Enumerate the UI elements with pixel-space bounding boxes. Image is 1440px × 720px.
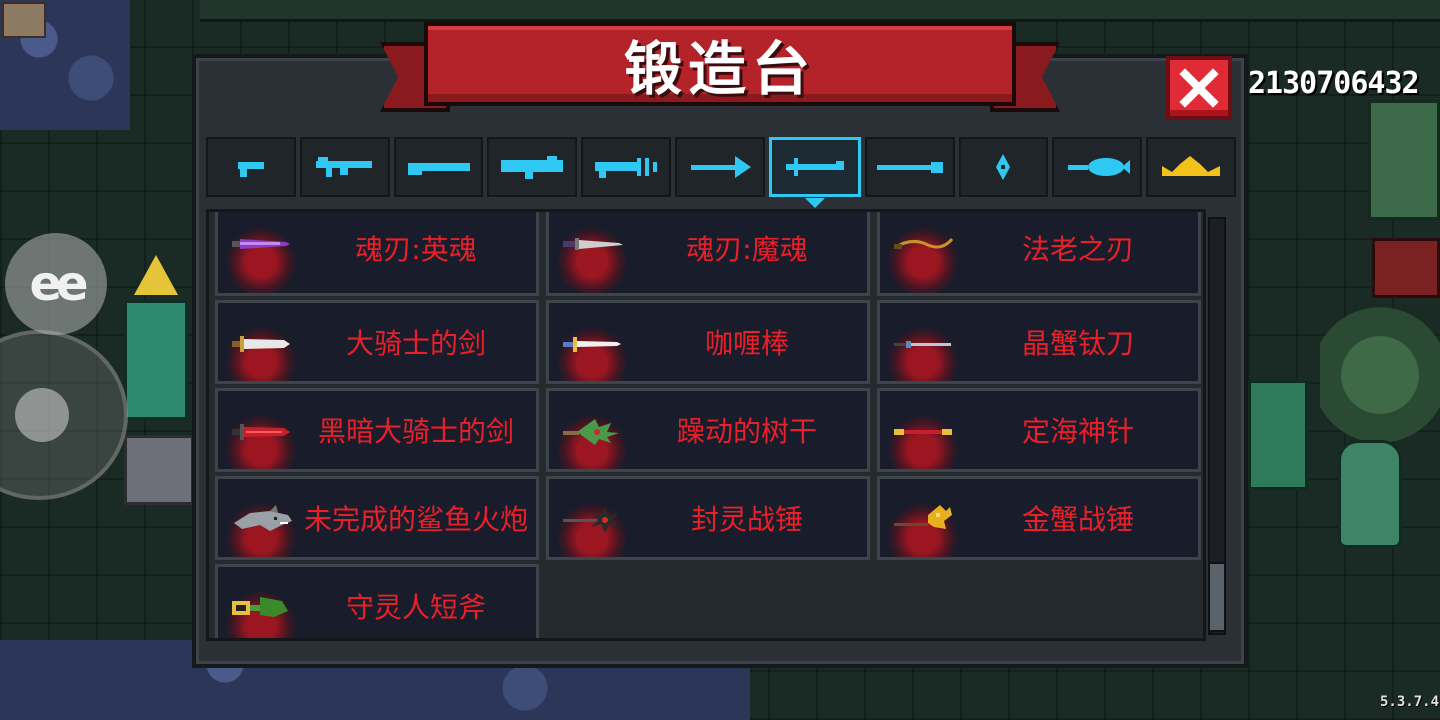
weapon-name: 晶蟹钛刀 [1021, 327, 1134, 360]
weapon-name: 魂刃:魔魂 [686, 233, 808, 266]
spear-icon [876, 162, 943, 173]
emote-label: ee [29, 256, 88, 312]
weapon-name: 黑暗大骑士的剑 [317, 415, 514, 448]
notice-board [2, 2, 46, 38]
weapon-card[interactable]: 晶蟹钛刀 [877, 300, 1201, 384]
warning-lamp [134, 255, 178, 299]
dark-great-sword-icon [232, 424, 290, 440]
tab-throwing-star[interactable] [958, 137, 1049, 197]
tab-assault-rifle[interactable] [299, 137, 390, 197]
banner-body: 锻造台 [424, 22, 1016, 106]
weapon-card[interactable]: 魂刃:魔魂 [546, 212, 870, 296]
weapon-name: 金蟹战锤 [1021, 503, 1134, 536]
joystick-knob[interactable] [15, 388, 69, 442]
guardian-axe-icon [232, 597, 288, 617]
spiked-hammer-icon [563, 507, 619, 533]
weapon-name: 法老之刃 [1021, 233, 1134, 266]
launcher-icon [501, 156, 564, 179]
weapon-name: 躁动的树干 [676, 415, 817, 448]
crystal-blade-icon [894, 341, 951, 348]
capsule-pod [1338, 440, 1402, 548]
tree-trunk-icon [563, 419, 619, 445]
purple-sword-icon [232, 239, 290, 249]
bow-icon [690, 156, 751, 178]
weapon-list[interactable]: 魂刃:英魂 魂刃:魔魂 法老之刃大骑士的剑 咖喱棒 晶蟹钛刀黑暗大骑士的剑 躁动的树干 定海… [206, 209, 1206, 641]
red-tank [1372, 238, 1440, 298]
weapon-card[interactable]: 法老之刃 [877, 212, 1201, 296]
throwing-star-icon [996, 154, 1011, 180]
page-title: 锻造台 [623, 35, 816, 103]
weapon-name: 定海神针 [1021, 415, 1134, 448]
tab-bow[interactable] [675, 137, 765, 197]
cart [124, 435, 194, 505]
shark-cannon-icon [234, 505, 292, 531]
laser-gun-icon [595, 158, 658, 178]
weapon-name: 未完成的鲨鱼火炮 [303, 503, 528, 536]
title-banner: 锻造台 [380, 22, 1060, 122]
weapon-name: 大骑士的剑 [345, 327, 486, 360]
tab-launcher[interactable] [487, 137, 578, 197]
bush [1320, 300, 1440, 450]
machine [1368, 100, 1440, 220]
weapon-card[interactable]: 黑暗大骑士的剑 [215, 388, 539, 472]
weapon-name: 魂刃:英魂 [355, 233, 477, 266]
dungeon-wall [200, 0, 1440, 22]
weapon-card[interactable]: 定海神针 [877, 388, 1201, 472]
close-x-icon [1179, 68, 1219, 108]
scrollbar-thumb[interactable] [1208, 562, 1226, 632]
tab-spear[interactable] [864, 137, 955, 197]
weapon-card[interactable]: 封灵战锤 [546, 476, 870, 560]
gem-counter: 2130706432 [1248, 66, 1420, 101]
excalibur-icon [563, 337, 621, 352]
shotgun-icon [407, 163, 470, 175]
computer-console [1248, 380, 1308, 490]
weapon-name: 守灵人短斧 [345, 591, 486, 624]
weapon-card[interactable]: 大骑士的剑 [215, 300, 539, 384]
tab-laser-gun[interactable] [581, 137, 672, 197]
tab-crown[interactable] [1146, 137, 1236, 197]
emote-button[interactable]: ee [5, 233, 107, 335]
weapon-card[interactable]: 魂刃:英魂 [215, 212, 539, 296]
tab-fish-staff[interactable] [1052, 137, 1143, 197]
weapon-card[interactable]: 咖喱棒 [546, 300, 870, 384]
golden-staff-icon [894, 429, 952, 435]
weapon-card[interactable]: 躁动的树干 [546, 388, 870, 472]
weapon-name: 咖喱棒 [704, 327, 789, 360]
weapon-category-tabs [206, 137, 1236, 208]
fish-staff-icon [1068, 158, 1131, 176]
close-button[interactable] [1166, 56, 1232, 120]
weapon-name: 封灵战锤 [690, 503, 803, 536]
purple-dagger-icon [563, 238, 623, 250]
pistol-icon [237, 162, 264, 177]
statue-pedestal [124, 300, 188, 420]
tab-melee-sword[interactable] [768, 137, 861, 208]
gold-crab-hammer-icon [894, 505, 952, 529]
weapon-card[interactable]: 未完成的鲨鱼火炮 [215, 476, 539, 560]
assault-rifle-icon [315, 157, 372, 177]
melee-sword-icon [785, 158, 844, 176]
curved-blade-icon [894, 237, 954, 249]
weapon-card[interactable]: 金蟹战锤 [877, 476, 1201, 560]
weapon-card[interactable]: 守灵人短斧 [215, 564, 539, 638]
version-label: 5.3.7.4 [1380, 694, 1440, 710]
great-sword-icon [232, 336, 290, 352]
crown-icon [1162, 156, 1221, 176]
tab-shotgun[interactable] [393, 137, 484, 197]
tab-pistol[interactable] [206, 137, 296, 197]
